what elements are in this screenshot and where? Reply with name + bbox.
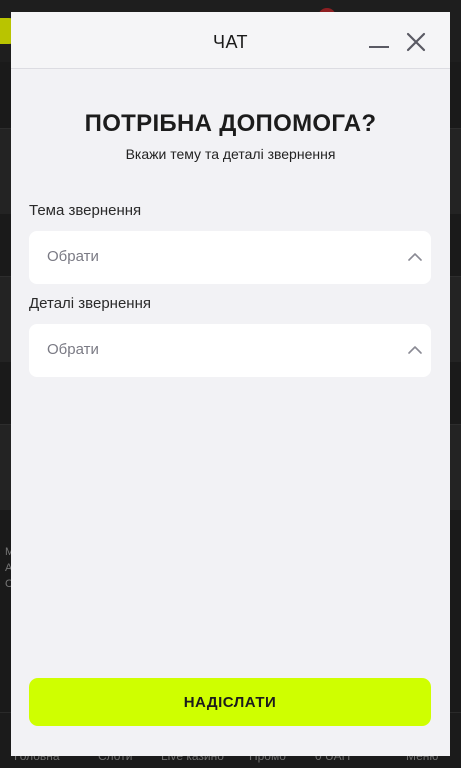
help-subheading: Вкажи тему та деталі звернення [125,146,336,162]
topic-select-value: Обрати [47,248,99,265]
topic-select[interactable]: Обрати [29,231,431,284]
submit-button[interactable]: НАДІСЛАТИ [29,678,431,726]
chevron-up-icon [408,253,422,261]
details-select-value: Обрати [47,341,99,358]
help-heading: ПОТРІБНА ДОПОМОГА? [84,110,377,137]
modal-header: ЧАТ [11,12,450,69]
details-select[interactable]: Обрати [29,324,431,377]
chat-modal: ЧАТ ПОТРІБНА ДОПОМОГА? Вкажи тему та дет… [11,12,450,756]
chevron-up-icon [408,346,422,354]
minimize-icon [369,46,389,48]
close-button[interactable] [404,30,428,54]
details-label: Деталі звернення [29,295,151,312]
close-icon [406,32,426,52]
minimize-button[interactable] [367,32,391,56]
topic-label: Тема звернення [29,202,142,219]
